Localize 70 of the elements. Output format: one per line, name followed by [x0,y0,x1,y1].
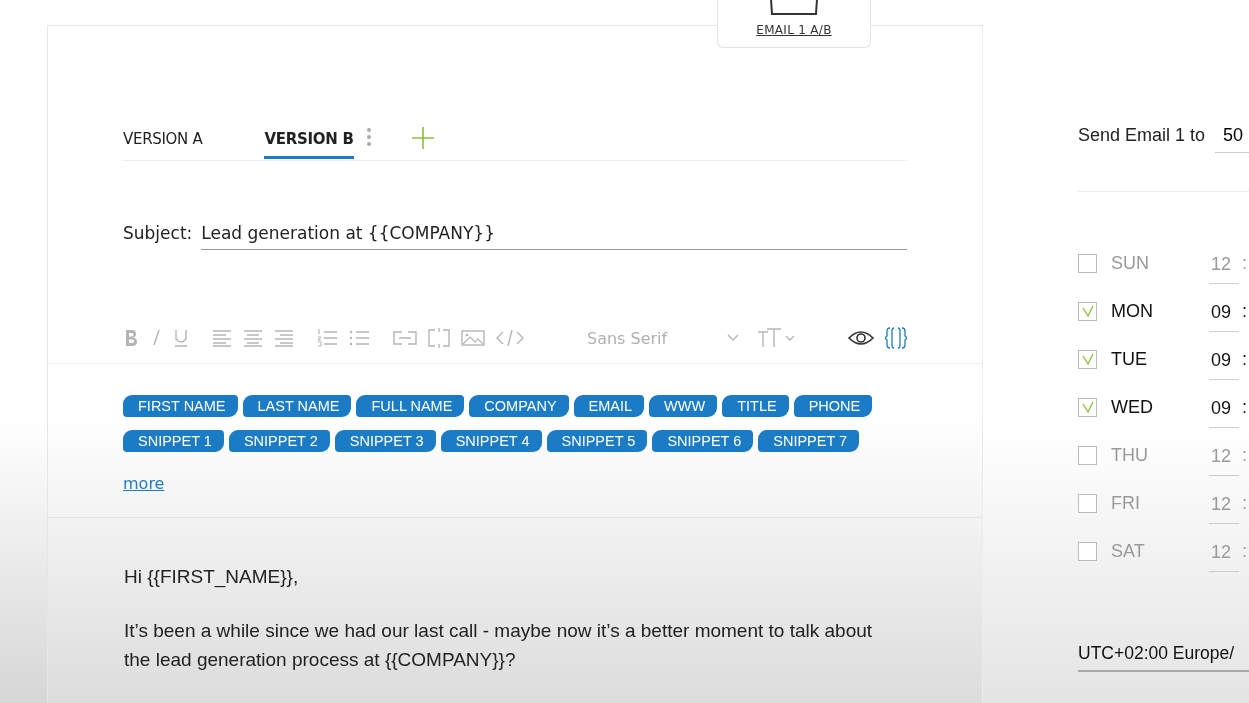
hour-field[interactable]: 12 [1209,252,1239,284]
hour-field[interactable]: 12 [1209,540,1239,572]
align-left-icon[interactable] [212,327,232,349]
variable-tag[interactable]: WWW [649,395,718,417]
hour-field[interactable]: 09 [1209,396,1239,428]
variable-tag[interactable]: FIRST NAME [123,395,238,417]
caret-icon [727,334,739,342]
day-label: SAT [1111,540,1146,562]
day-label: SUN [1111,252,1150,274]
underline-icon[interactable] [173,327,189,349]
version-tab[interactable]: VERSION B [264,123,354,159]
day-checkbox[interactable] [1078,541,1097,561]
hour-field[interactable]: 12 [1209,492,1239,524]
day-checkbox[interactable] [1078,253,1097,273]
variable-tag[interactable]: SNIPPET 4 [440,430,542,452]
time-separator: : [1242,300,1247,322]
bold-icon[interactable] [123,327,139,349]
more-options-icon[interactable] [365,127,372,147]
day-checkbox[interactable] [1078,493,1097,513]
variable-tag[interactable]: TITLE [722,395,789,417]
time-separator: : [1242,444,1247,466]
variable-tag[interactable]: SNIPPET 5 [546,430,648,452]
variable-tag[interactable]: PHONE [793,395,873,417]
frame-icon[interactable] [428,327,450,349]
day-checkbox[interactable] [1078,349,1097,369]
align-center-icon[interactable] [243,327,263,349]
day-label: WED [1111,396,1154,418]
subject-field[interactable]: Lead generation at {{COMPANY}} [201,223,907,250]
time-separator: : [1242,348,1247,370]
body-paragraph: It’s been a while since we had our last call - maybe now it’s a better moment to talk about the lead generation process at {{COMPANY}}? [124,619,874,672]
timezone-field[interactable]: UTC+02:00 Europe/ [1078,643,1249,672]
variable-tag[interactable]: LAST NAME [242,395,352,417]
day-checkbox[interactable] [1078,445,1097,465]
align-right-icon[interactable] [274,327,294,349]
day-label: TUE [1111,348,1148,370]
variable-tag[interactable]: SNIPPET 7 [758,430,860,452]
hour-field[interactable]: 09 [1209,300,1239,332]
email-link[interactable]: EMAIL 1 A/B [756,23,832,37]
send-label: Send Email 1 to [1078,125,1206,147]
numbered-list-icon[interactable] [317,327,338,349]
count-field[interactable]: 50 [1215,125,1249,153]
more-link[interactable]: more [123,474,165,493]
version-tab[interactable]: VERSION A [123,123,203,159]
time-separator: : [1242,252,1247,274]
day-label: FRI [1111,492,1141,514]
body-paragraph: Hi {{FIRST_NAME}}, [124,565,300,590]
add-icon[interactable] [411,127,434,149]
time-separator: : [1242,396,1247,418]
image-icon[interactable] [461,327,485,349]
time-separator: : [1242,492,1247,514]
hour-field[interactable]: 09 [1209,348,1239,380]
email-tab[interactable]: EMAIL 1 A/B [717,0,871,48]
variable-tag[interactable]: COMPANY [469,395,569,417]
day-checkbox[interactable] [1078,397,1097,417]
variable-tag[interactable]: EMAIL [573,395,645,417]
code-icon[interactable] [496,327,524,349]
variable-tag[interactable]: FULL NAME [356,395,465,417]
variable-tag[interactable]: SNIPPET 2 [228,430,330,452]
day-label: THU [1111,444,1149,466]
day-label: MON [1111,300,1154,322]
variable-tag[interactable]: SNIPPET 3 [334,430,436,452]
braces-icon[interactable] [885,327,907,349]
text-size-icon[interactable] [757,327,797,349]
variable-tag[interactable]: SNIPPET 6 [652,430,754,452]
variable-tag[interactable]: SNIPPET 1 [123,430,224,452]
hour-field[interactable]: 12 [1209,444,1239,476]
subject-label: Subject: [123,223,193,245]
eye-icon[interactable] [848,329,874,347]
time-separator: : [1242,540,1247,562]
day-checkbox[interactable] [1078,301,1097,321]
